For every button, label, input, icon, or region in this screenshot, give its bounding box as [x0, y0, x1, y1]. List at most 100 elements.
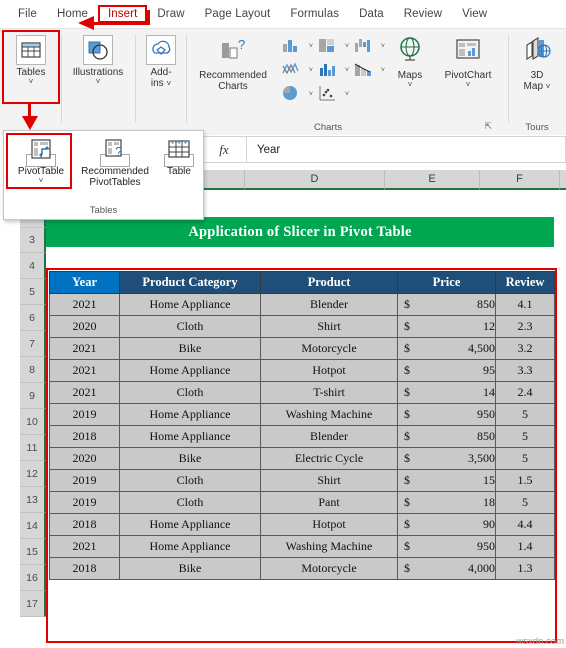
cell-year[interactable]: 2019: [49, 403, 120, 426]
cell-product[interactable]: Hotpot: [260, 513, 398, 536]
cell-year[interactable]: 2021: [49, 535, 120, 558]
cell-year[interactable]: 2018: [49, 557, 120, 580]
cell-product[interactable]: Washing Machine: [260, 403, 398, 426]
cell-category[interactable]: Cloth: [119, 315, 261, 338]
dropdown-table-button[interactable]: Table: [156, 135, 202, 177]
cell-category[interactable]: Cloth: [119, 469, 261, 492]
cell-product[interactable]: Hotpot: [260, 359, 398, 382]
table-row[interactable]: 2019 Cloth Shirt $15 1.5: [49, 469, 555, 492]
table-row[interactable]: 2018 Bike Motorcycle $4,000 1.3: [49, 557, 555, 580]
fx-icon[interactable]: fx: [201, 136, 247, 163]
cell-review[interactable]: 4.1: [495, 293, 555, 316]
cell-category[interactable]: Bike: [119, 557, 261, 580]
chevron-down-icon[interactable]: ˅: [309, 67, 313, 74]
cell-product[interactable]: Shirt: [260, 469, 398, 492]
cell-price[interactable]: $850: [397, 293, 496, 316]
column-header-f[interactable]: F: [480, 170, 560, 190]
column-header-partial[interactable]: [201, 170, 245, 190]
ribbon-tab-view[interactable]: View: [452, 5, 497, 23]
cell-category[interactable]: Cloth: [119, 491, 261, 514]
dropdown-recommended-pivottables-button[interactable]: ? Recommended PivotTables: [76, 135, 154, 188]
cell-category[interactable]: Bike: [119, 447, 261, 470]
table-header-price[interactable]: Price: [397, 271, 496, 294]
row-header-3[interactable]: 3: [20, 228, 46, 253]
maps-button[interactable]: Maps ˅: [384, 33, 436, 89]
hierarchy-chart-button[interactable]: ˅: [316, 35, 352, 59]
cell-price[interactable]: $950: [397, 535, 496, 558]
cell-category[interactable]: Home Appliance: [119, 359, 261, 382]
cell-price[interactable]: $4,500: [397, 337, 496, 360]
row-header-5[interactable]: 5: [20, 279, 46, 305]
chevron-down-icon[interactable]: ˅: [345, 67, 349, 74]
cell-category[interactable]: Bike: [119, 337, 261, 360]
table-row[interactable]: 2020 Bike Electric Cycle $3,500 5: [49, 447, 555, 470]
cell-year[interactable]: 2020: [49, 447, 120, 470]
ribbon-tab-file[interactable]: File: [8, 5, 47, 23]
row-header-8[interactable]: 8: [20, 357, 46, 383]
ribbon-tab-page-layout[interactable]: Page Layout: [195, 5, 281, 23]
combo-chart-button[interactable]: ˅: [352, 59, 388, 83]
cell-year[interactable]: 2019: [49, 469, 120, 492]
cell-year[interactable]: 2021: [49, 381, 120, 404]
table-row[interactable]: 2019 Home Appliance Washing Machine $950…: [49, 403, 555, 426]
ribbon-tab-formulas[interactable]: Formulas: [280, 5, 349, 23]
column-chart-button[interactable]: ˅: [280, 35, 316, 59]
cell-product[interactable]: Shirt: [260, 315, 398, 338]
waterfall-chart-button[interactable]: ˅: [352, 35, 388, 59]
cell-category[interactable]: Home Appliance: [119, 293, 261, 316]
cell-product[interactable]: Motorcycle: [260, 337, 398, 360]
row-header-12[interactable]: 12: [20, 461, 46, 487]
table-row[interactable]: 2018 Home Appliance Blender $850 5: [49, 425, 555, 448]
cell-price[interactable]: $4,000: [397, 557, 496, 580]
cell-year[interactable]: 2018: [49, 425, 120, 448]
cell-price[interactable]: $950: [397, 403, 496, 426]
cell-price[interactable]: $12: [397, 315, 496, 338]
chevron-down-icon[interactable]: ˅: [546, 82, 551, 91]
ribbon-tab-data[interactable]: Data: [349, 5, 394, 23]
cell-review[interactable]: 5: [495, 491, 555, 514]
tables-button[interactable]: Tables ˅: [4, 33, 58, 86]
chevron-down-icon[interactable]: ˅: [4, 78, 58, 86]
row-header-10[interactable]: 10: [20, 409, 46, 435]
row-header-16[interactable]: 16: [20, 565, 46, 591]
cell-category[interactable]: Home Appliance: [119, 425, 261, 448]
cell-year[interactable]: 2019: [49, 491, 120, 514]
cell-product[interactable]: Blender: [260, 293, 398, 316]
line-chart-button[interactable]: ˅: [280, 59, 316, 83]
row-header-6[interactable]: 6: [20, 305, 46, 331]
cell-price[interactable]: $3,500: [397, 447, 496, 470]
chevron-down-icon[interactable]: ˅: [309, 43, 313, 50]
row-header-11[interactable]: 11: [20, 435, 46, 461]
chevron-down-icon[interactable]: ˅: [384, 81, 436, 89]
formula-input[interactable]: Year: [247, 136, 566, 163]
cell-review[interactable]: 4.4: [495, 513, 555, 536]
pie-chart-button[interactable]: ˅: [280, 83, 316, 107]
table-row[interactable]: 2021 Home Appliance Blender $850 4.1: [49, 293, 555, 316]
illustrations-button[interactable]: Illustrations ˅: [63, 33, 133, 86]
table-row[interactable]: 2021 Bike Motorcycle $4,500 3.2: [49, 337, 555, 360]
chevron-down-icon[interactable]: ˅: [309, 91, 313, 98]
ribbon-tab-insert[interactable]: Insert: [98, 5, 148, 23]
cell-review[interactable]: 2.3: [495, 315, 555, 338]
column-header-e[interactable]: E: [385, 170, 480, 190]
table-header-product[interactable]: Product: [260, 271, 398, 294]
table-row[interactable]: 2021 Home Appliance Washing Machine $950…: [49, 535, 555, 558]
cell-review[interactable]: 5: [495, 425, 555, 448]
cell-price[interactable]: $14: [397, 381, 496, 404]
dropdown-pivottable-button[interactable]: PivotTable ˅: [8, 135, 74, 185]
table-header-product-category[interactable]: Product Category: [119, 271, 261, 294]
cell-year[interactable]: 2020: [49, 315, 120, 338]
cell-category[interactable]: Home Appliance: [119, 513, 261, 536]
cell-product[interactable]: Pant: [260, 491, 398, 514]
recommended-charts-button[interactable]: ? Recommended Charts: [188, 33, 278, 92]
cell-price[interactable]: $95: [397, 359, 496, 382]
bar-chart-button[interactable]: ˅: [316, 59, 352, 83]
cell-review[interactable]: 1.4: [495, 535, 555, 558]
cell-price[interactable]: $15: [397, 469, 496, 492]
cell-category[interactable]: Home Appliance: [119, 403, 261, 426]
cell-year[interactable]: 2021: [49, 359, 120, 382]
row-header-4[interactable]: 4: [20, 253, 46, 279]
row-header-13[interactable]: 13: [20, 487, 46, 513]
charts-dialog-launcher-icon[interactable]: ⇱: [484, 121, 492, 132]
cell-price[interactable]: $90: [397, 513, 496, 536]
